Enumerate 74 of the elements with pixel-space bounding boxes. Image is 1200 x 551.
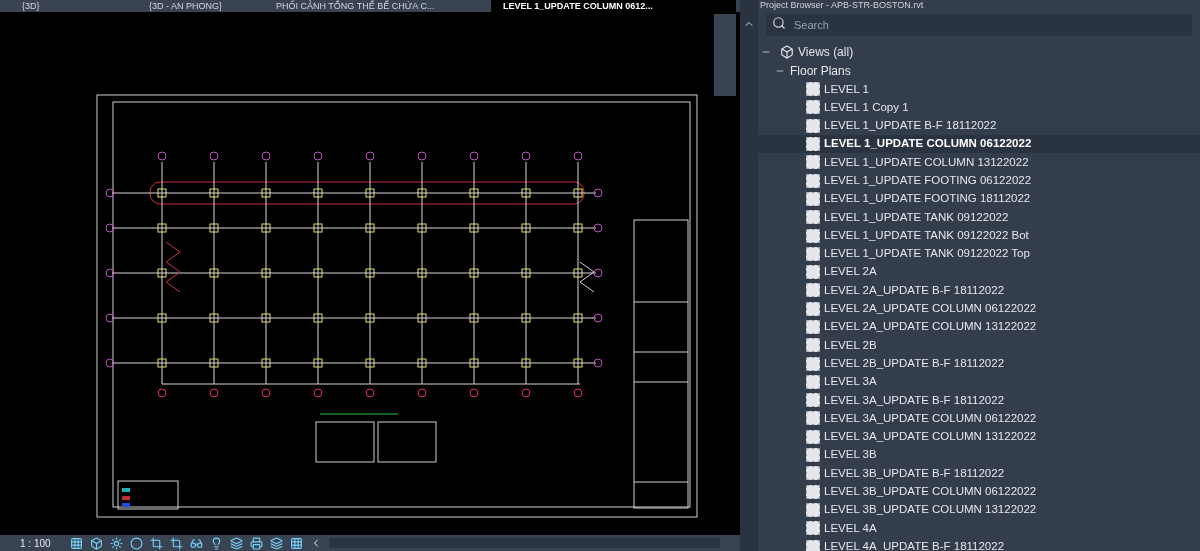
- tree-item[interactable]: LEVEL 2B: [758, 336, 1200, 355]
- tree-item[interactable]: LEVEL 2A_UPDATE B-F 18112022: [758, 281, 1200, 300]
- tree-item[interactable]: LEVEL 2B_UPDATE B-F 18112022: [758, 354, 1200, 373]
- floor-plan-icon: [806, 393, 820, 408]
- tree-item[interactable]: LEVEL 2A_UPDATE COLUMN 13122022: [758, 317, 1200, 337]
- view-tab[interactable]: {3D - AN PHONG}: [137, 0, 262, 12]
- view-control-icon[interactable]: [129, 536, 143, 550]
- tree-item[interactable]: LEVEL 1_UPDATE TANK 09122022 Top: [758, 244, 1200, 263]
- tree-item[interactable]: LEVEL 3A_UPDATE B-F 18112022: [758, 391, 1200, 410]
- tree-node[interactable]: Floor Plans: [790, 61, 851, 80]
- floor-plan-icon: [806, 228, 820, 243]
- floor-plan-icon: [806, 155, 820, 170]
- view-tab[interactable]: LEVEL 1_UPDATE COLUMN 0612...: [491, 0, 736, 12]
- views-icon: [780, 44, 794, 59]
- view-control-icon[interactable]: [89, 536, 103, 550]
- tree-item[interactable]: LEVEL 1_UPDATE FOOTING 18112022: [758, 189, 1200, 209]
- tree-item[interactable]: LEVEL 3A_UPDATE COLUMN 13122022: [758, 427, 1200, 446]
- floor-plan-icon: [806, 484, 820, 499]
- floor-plan-icon: [806, 118, 820, 133]
- floor-plan-icon: [806, 82, 820, 97]
- floor-plan-icon: [806, 191, 820, 206]
- floor-plan-icon: [806, 356, 820, 371]
- tree-item[interactable]: LEVEL 3A_UPDATE COLUMN 06122022: [758, 409, 1200, 428]
- vertical-scrollbar[interactable]: [714, 14, 736, 96]
- view-control-icon[interactable]: [169, 536, 183, 550]
- floor-plan-icon: [806, 265, 820, 280]
- tree-item[interactable]: LEVEL 2A: [758, 262, 1200, 282]
- floor-plan-icon: [806, 320, 820, 334]
- floor-plan-icon: [806, 246, 820, 261]
- tree-item[interactable]: LEVEL 1_UPDATE COLUMN 06122022: [758, 134, 1200, 154]
- tree-item[interactable]: LEVEL 1 Copy 1: [758, 98, 1200, 117]
- tree-item[interactable]: LEVEL 1: [758, 80, 1200, 99]
- tree-item[interactable]: LEVEL 1_UPDATE TANK 09122022 Bot: [758, 226, 1200, 245]
- view-scale[interactable]: 1 : 100: [20, 535, 51, 551]
- floor-plan-icon: [806, 283, 820, 298]
- floor-plan-icon: [806, 539, 820, 551]
- floor-plan-icon: [806, 411, 820, 426]
- tree-item[interactable]: LEVEL 3B_UPDATE B-F 18112022: [758, 464, 1200, 483]
- tree-item[interactable]: LEVEL 3A: [758, 372, 1200, 392]
- view-control-icon[interactable]: [229, 536, 243, 550]
- floor-plan-icon: [806, 521, 820, 536]
- floor-plan-icon: [806, 448, 820, 463]
- view-control-icon[interactable]: [249, 536, 263, 550]
- tree-item[interactable]: LEVEL 3B_UPDATE COLUMN 13122022: [758, 500, 1200, 520]
- search-icon: [772, 16, 786, 30]
- view-control-icon[interactable]: [69, 536, 83, 550]
- view-control-icon[interactable]: [269, 536, 283, 550]
- floor-plan-icon: [806, 173, 820, 188]
- tree-item[interactable]: LEVEL 1_UPDATE COLUMN 13122022: [758, 153, 1200, 172]
- tree-item[interactable]: LEVEL 3B_UPDATE COLUMN 06122022: [758, 482, 1200, 501]
- view-control-icon[interactable]: [289, 536, 303, 550]
- tree-item[interactable]: LEVEL 1_UPDATE TANK 09122022: [758, 208, 1200, 227]
- floor-plan-icon: [806, 374, 820, 389]
- tree-item[interactable]: LEVEL 1_UPDATE B-F 18112022: [758, 116, 1200, 135]
- panel-title: Project Browser - APB-STR-BOSTON.rvt: [759, 0, 924, 10]
- view-control-icon[interactable]: [189, 536, 203, 550]
- tree-item[interactable]: LEVEL 4A: [758, 519, 1200, 538]
- tree-item[interactable]: LEVEL 1_UPDATE FOOTING 06122022: [758, 171, 1200, 190]
- view-control-icon[interactable]: [109, 536, 123, 550]
- floor-plan-icon: [806, 210, 820, 225]
- tree-node[interactable]: Views (all): [798, 42, 854, 61]
- floor-plan-icon: [806, 466, 820, 481]
- floor-plan-icon: [806, 338, 820, 353]
- floor-plan-icon: [806, 429, 820, 444]
- floor-plan-icon: [806, 100, 820, 115]
- floor-plan-icon: [806, 137, 820, 152]
- view-tab[interactable]: PHỐI CẢNH TỔNG THỂ BỂ CHỨA C...: [264, 0, 489, 12]
- tree-item[interactable]: LEVEL 2A_UPDATE COLUMN 06122022: [758, 299, 1200, 318]
- search-field[interactable]: Search: [766, 14, 1192, 36]
- view-control-icon[interactable]: [149, 536, 163, 550]
- floor-plan-icon: [806, 301, 820, 316]
- tree-item[interactable]: LEVEL 3B: [758, 445, 1200, 465]
- view-tab[interactable]: {3D}: [10, 0, 135, 12]
- floor-plan-icon: [806, 502, 820, 517]
